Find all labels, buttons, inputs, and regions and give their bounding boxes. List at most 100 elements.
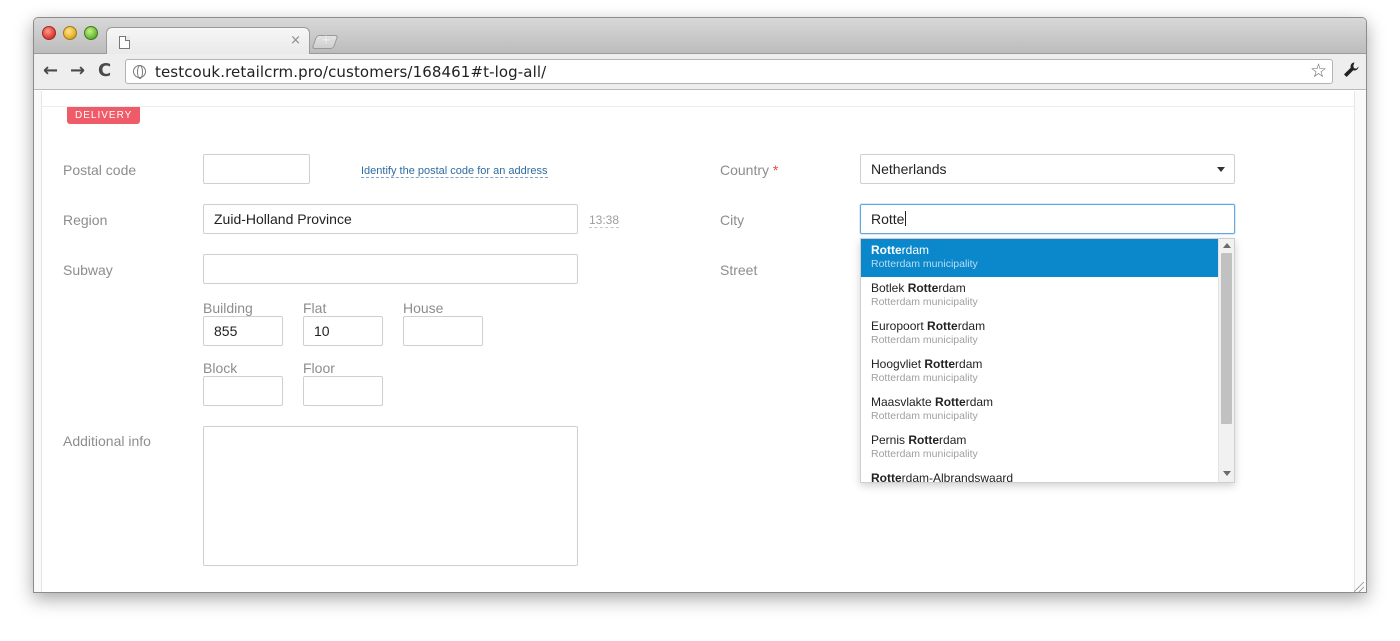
city-suggestion-item[interactable]: Botlek Rotterdam Rotterdam municipality — [861, 277, 1218, 315]
suggestion-match: Rotte — [908, 433, 940, 447]
resize-grip-icon[interactable] — [1354, 582, 1364, 592]
city-suggestion-item[interactable]: Maasvlakte Rotterdam Rotterdam municipali… — [861, 391, 1218, 429]
region-time: 13:38 — [589, 213, 620, 228]
house-input[interactable] — [403, 316, 483, 346]
suggestion-match: Rotte — [927, 319, 958, 333]
scroll-up-icon[interactable] — [1223, 243, 1231, 248]
country-select-value: Netherlands — [871, 161, 947, 177]
page-viewport: DELIVERY Postal code Identify the postal… — [34, 91, 1366, 592]
url-text: testcouk.retailcrm.pro/customers/168461#… — [155, 63, 547, 81]
suggestion-prefix: Hoogvliet — [871, 357, 925, 371]
suggestion-prefix: Europoort — [871, 319, 928, 333]
browser-tab[interactable]: × — [106, 27, 310, 55]
forward-button[interactable]: → — [70, 61, 85, 81]
suggestion-match: Rotte — [907, 281, 939, 295]
tab-close-icon[interactable]: × — [290, 33, 301, 48]
block-label: Block — [203, 360, 238, 376]
suggestion-suffix: rdam — [965, 395, 994, 409]
suggestion-subtitle: Rotterdam municipality — [871, 296, 978, 308]
suggestion-subtitle: Rotterdam municipality — [871, 334, 978, 346]
zoom-window-button[interactable] — [84, 26, 98, 40]
country-label-text: Country — [720, 162, 770, 178]
suggestion-suffix: rdam-Albrandswaard — [901, 471, 1014, 483]
scrollbar-thumb[interactable] — [1221, 253, 1232, 424]
section-divider — [42, 106, 1354, 107]
wrench-menu-icon[interactable] — [1342, 61, 1360, 84]
city-suggestion-item[interactable]: Hoogvliet Rotterdam Rotterdam municipalit… — [861, 353, 1218, 391]
postal-code-label: Postal code — [63, 162, 137, 178]
suggestion-subtitle: Rotterdam municipality — [871, 410, 978, 422]
subway-input[interactable] — [203, 254, 578, 284]
suggestion-subtitle: Rotterdam municipality — [871, 258, 978, 270]
suggestion-prefix: Maasvlakte — [871, 395, 936, 409]
browser-window: × + ← → C testcouk.retailcrm.pro/custome… — [33, 17, 1367, 593]
close-window-button[interactable] — [42, 26, 56, 40]
suggestion-suffix: rdam — [938, 281, 966, 295]
delivery-badge: DELIVERY — [67, 107, 141, 124]
back-button[interactable]: ← — [43, 61, 58, 81]
region-input[interactable]: Zuid-Holland Province — [203, 204, 578, 234]
browser-toolbar: ← → C testcouk.retailcrm.pro/customers/1… — [34, 54, 1366, 90]
chevron-down-icon — [1217, 167, 1225, 172]
tab-strip: × + — [34, 18, 1366, 55]
suggestion-match: Rotte — [871, 243, 902, 257]
suggestion-prefix: Pernis — [871, 433, 909, 447]
country-select[interactable]: Netherlands — [860, 154, 1235, 184]
suggestion-title: Rotterdam — [871, 243, 1208, 258]
suggestion-subtitle: Rotterdam municipality — [871, 372, 978, 384]
scroll-down-icon[interactable] — [1223, 471, 1231, 476]
minimize-window-button[interactable] — [63, 26, 77, 40]
suggestion-prefix: Botlek — [871, 281, 908, 295]
additional-info-textarea[interactable] — [203, 426, 578, 566]
new-tab-button[interactable]: + — [311, 33, 339, 49]
country-label: Country * — [720, 162, 778, 178]
plus-icon: + — [320, 33, 332, 48]
suggestion-suffix: rdam — [901, 243, 930, 257]
city-suggestion-item[interactable]: Europoort Rotterdam Rotterdam municipalit… — [861, 315, 1218, 353]
suggestion-title: Europoort Rotterdam — [871, 319, 1208, 334]
city-suggestion-item[interactable]: Pernis Rotterdam Rotterdam municipality — [861, 429, 1218, 467]
suggestion-subtitle: Rotterdam municipality — [871, 448, 978, 460]
suggestion-title: Hoogvliet Rotterdam — [871, 357, 1208, 372]
flat-input[interactable]: 10 — [303, 316, 383, 346]
globe-icon — [133, 65, 146, 79]
suggestion-suffix: rdam — [957, 319, 986, 333]
required-mark: * — [772, 162, 779, 178]
city-suggestion-item[interactable]: Rotterdam-Albrandswaard — [861, 467, 1218, 483]
dropdown-scrollbar[interactable] — [1218, 239, 1234, 482]
floor-input[interactable] — [303, 376, 383, 406]
additional-info-label: Additional info — [63, 433, 151, 449]
bookmark-star-icon[interactable]: ☆ — [1310, 60, 1327, 82]
flat-label: Flat — [303, 300, 327, 316]
postal-code-input[interactable] — [203, 154, 310, 184]
building-label: Building — [203, 300, 253, 316]
suggestion-suffix: rdam — [955, 357, 983, 371]
identify-postal-code-link[interactable]: Identify the postal code for an address — [361, 165, 548, 178]
suggestion-match: Rotte — [871, 471, 902, 483]
page-icon — [119, 36, 130, 49]
suggestion-match: Rotte — [924, 357, 956, 371]
address-bar[interactable]: testcouk.retailcrm.pro/customers/168461#… — [125, 59, 1333, 84]
region-label: Region — [63, 212, 108, 228]
suggestion-suffix: rdam — [939, 433, 967, 447]
city-input[interactable]: Rotte — [860, 204, 1235, 234]
block-input[interactable] — [203, 376, 283, 406]
subway-label: Subway — [63, 262, 113, 278]
suggestion-list: Rotterdam Rotterdam municipality Botlek Ro… — [861, 239, 1218, 483]
city-suggestion-item[interactable]: Rotterdam Rotterdam municipality — [861, 239, 1218, 277]
suggestion-title: Botlek Rotterdam — [871, 281, 1208, 296]
city-label: City — [720, 212, 745, 228]
text-cursor — [905, 211, 907, 226]
wrench-icon — [1344, 62, 1359, 77]
reload-button[interactable]: C — [98, 61, 111, 81]
customer-form: DELIVERY Postal code Identify the postal… — [41, 91, 1355, 592]
city-autocomplete-dropdown: Rotterdam Rotterdam municipality Botlek Ro… — [860, 238, 1235, 483]
building-input[interactable]: 855 — [203, 316, 283, 346]
suggestion-match: Rotte — [935, 395, 966, 409]
suggestion-title: Rotterdam-Albrandswaard — [871, 471, 1208, 483]
street-label: Street — [720, 262, 758, 278]
suggestion-title: Pernis Rotterdam — [871, 433, 1208, 448]
suggestion-title: Maasvlakte Rotterdam — [871, 395, 1208, 410]
floor-label: Floor — [303, 360, 335, 376]
house-label: House — [403, 300, 444, 316]
